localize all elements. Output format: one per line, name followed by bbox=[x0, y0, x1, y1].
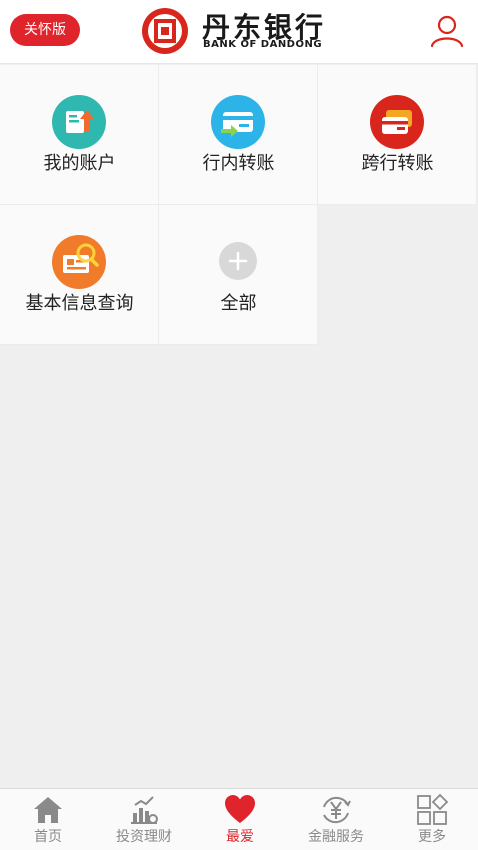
home-icon bbox=[34, 797, 62, 823]
tab-more[interactable]: 更多 bbox=[384, 789, 478, 850]
heart-icon bbox=[225, 795, 255, 823]
tile-label: 行内转账 bbox=[202, 153, 275, 174]
tab-label: 最爱 bbox=[226, 829, 254, 845]
more-grid-icon bbox=[417, 793, 449, 825]
bottom-tab-bar: 首页 投资理财 最爱 金融服务 更多 bbox=[0, 788, 478, 850]
tile-all-functions[interactable]: 全部 bbox=[159, 205, 318, 345]
tab-label: 首页 bbox=[34, 829, 62, 845]
tab-investment[interactable]: 投资理财 bbox=[96, 789, 192, 850]
internal-transfer-icon bbox=[211, 95, 265, 149]
user-profile-icon[interactable] bbox=[428, 12, 466, 50]
add-icon bbox=[219, 242, 257, 280]
tile-label: 跨行转账 bbox=[361, 153, 434, 174]
tile-interbank-transfer[interactable]: 跨行转账 bbox=[318, 65, 477, 205]
yuan-icon bbox=[323, 796, 351, 824]
bank-name-en: BANK OF DANDONG bbox=[203, 39, 323, 50]
bank-logo-mark-icon bbox=[142, 8, 188, 54]
info-query-icon bbox=[52, 235, 106, 289]
tab-label: 更多 bbox=[418, 829, 446, 845]
tile-my-account[interactable]: 我的账户 bbox=[0, 65, 159, 205]
tile-label: 全部 bbox=[220, 293, 257, 314]
tile-label: 我的账户 bbox=[43, 153, 116, 174]
care-mode-button[interactable]: 关怀版 bbox=[10, 14, 80, 46]
app-header: 关怀版 丹东银行 BANK OF DANDONG bbox=[0, 0, 478, 64]
tab-financial-services[interactable]: 金融服务 bbox=[288, 789, 384, 850]
tab-label: 投资理财 bbox=[116, 829, 172, 845]
bank-logo: 丹东银行 BANK OF DANDONG bbox=[140, 6, 350, 56]
tile-internal-transfer[interactable]: 行内转账 bbox=[159, 65, 318, 205]
investment-icon bbox=[131, 796, 158, 824]
tab-label: 金融服务 bbox=[308, 829, 364, 845]
tab-favorites[interactable]: 最爱 bbox=[192, 789, 288, 850]
tab-home[interactable]: 首页 bbox=[0, 789, 96, 850]
interbank-transfer-icon bbox=[370, 95, 424, 149]
tile-label: 基本信息查询 bbox=[25, 293, 134, 314]
tile-info-query[interactable]: 基本信息查询 bbox=[0, 205, 159, 345]
account-icon bbox=[52, 95, 106, 149]
